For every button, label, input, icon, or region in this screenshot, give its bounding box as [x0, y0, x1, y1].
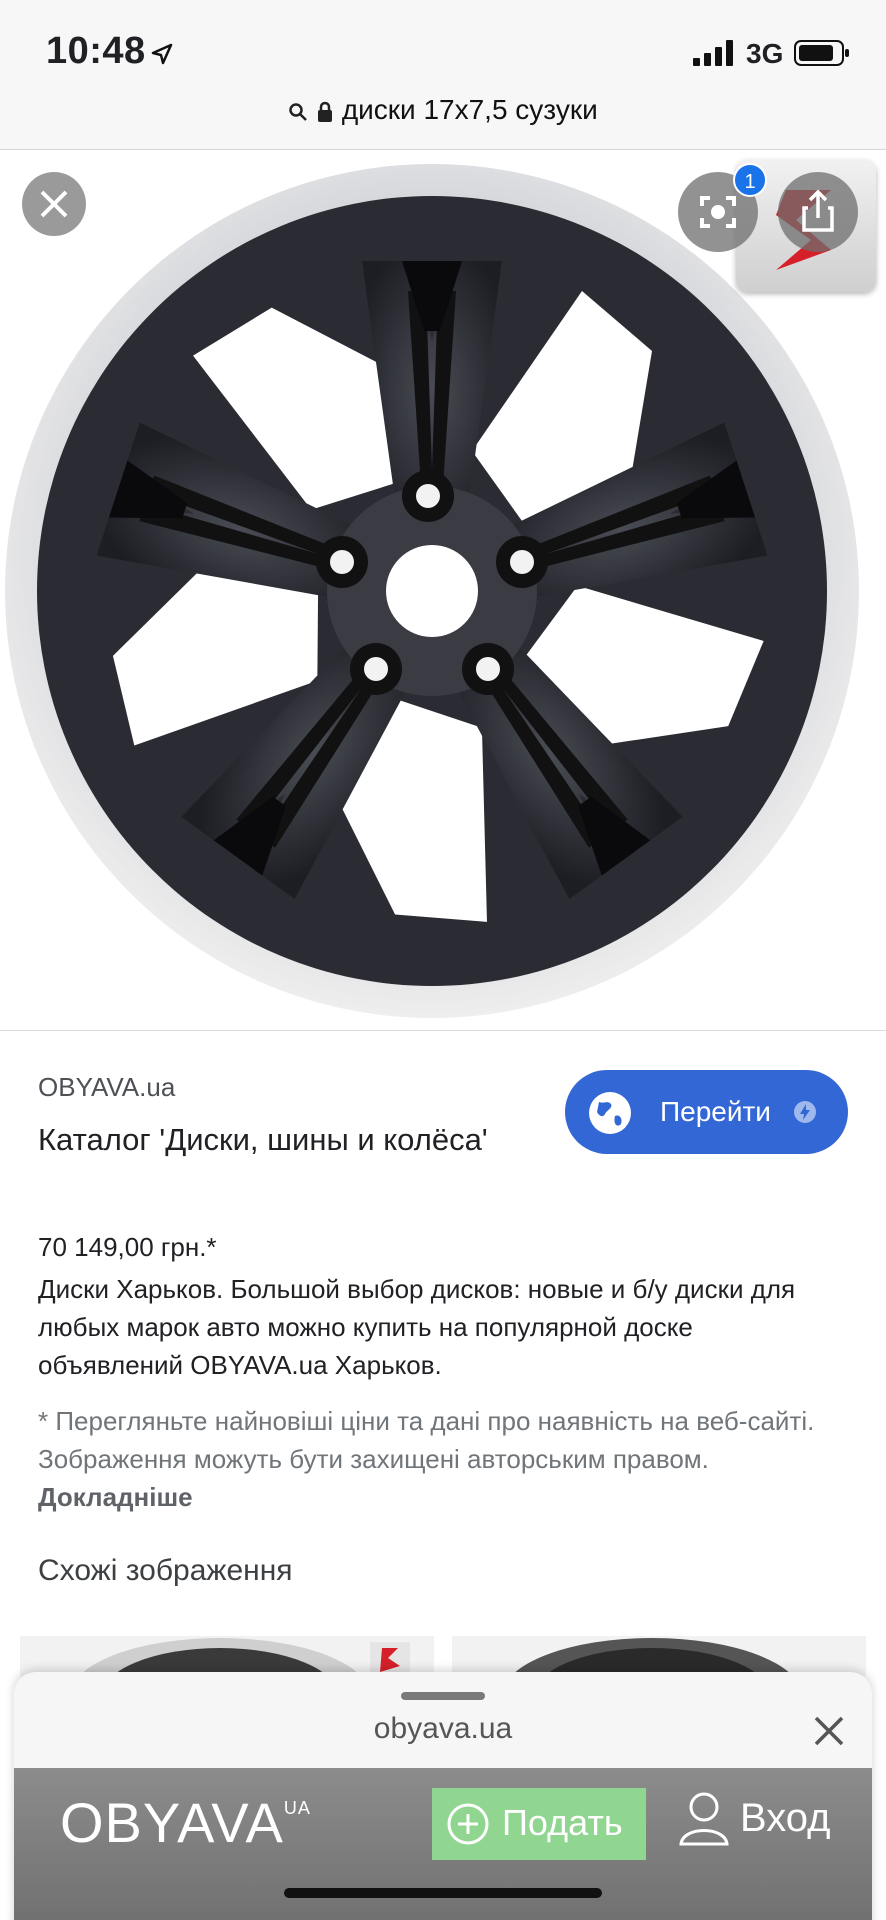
amp-bolt-icon [794, 1101, 816, 1123]
result-title[interactable]: Каталог 'Диски, шины и колёса' [38, 1116, 508, 1163]
similar-images-heading: Схожі зображення [38, 1554, 293, 1587]
learn-more-link[interactable]: Докладніше [38, 1482, 193, 1512]
plus-circle-icon [447, 1803, 489, 1845]
wheel-thumbnail-image [511, 1638, 793, 1676]
wheel-thumbnail-image [79, 1638, 410, 1676]
lock-icon [318, 101, 333, 122]
result-price: 70 149,00 грн.* [38, 1232, 217, 1262]
similar-image-thumbnail[interactable] [20, 1636, 434, 1676]
battery-icon [794, 40, 849, 66]
close-icon [40, 190, 68, 218]
visit-site-button[interactable]: Перейти [565, 1070, 848, 1154]
lens-count-badge: 1 [733, 163, 767, 197]
clock: 10:48 [46, 30, 146, 72]
login-label: Вход [740, 1796, 831, 1840]
post-ad-button[interactable]: Подать [432, 1788, 646, 1860]
copyright-note-text: * Перегляньте найновіші ціни та дані про… [38, 1406, 815, 1474]
network-type: 3G [746, 38, 784, 69]
post-ad-label: Подать [502, 1802, 623, 1843]
result-description: Диски Харьков. Большой выбор дисков: нов… [38, 1274, 796, 1380]
user-icon [679, 1792, 729, 1846]
address-query: диски 17x7,5 сузуки [341, 94, 598, 125]
close-sheet-icon[interactable] [812, 1714, 846, 1748]
location-arrow-icon [151, 43, 173, 65]
copyright-note: * Перегляньте найновіші ціни та дані про… [38, 1402, 868, 1516]
site-preview-sheet[interactable]: obyava.ua OBYAVAUA Подать Вход [14, 1672, 872, 1920]
status-bar: 10:48 3G [0, 0, 886, 100]
sheet-site-url: obyava.ua [373, 1712, 513, 1745]
visit-site-label: Перейти [660, 1096, 771, 1127]
address-bar[interactable]: диски 17x7,5 сузуки [0, 88, 886, 150]
close-viewer-button[interactable] [22, 172, 86, 236]
share-button[interactable] [778, 172, 858, 252]
site-logo-tld: UA [283, 1798, 311, 1818]
similar-image-thumbnail[interactable] [452, 1636, 866, 1676]
site-logo-text: OBYAVA [60, 1791, 284, 1854]
sheet-grabber-handle[interactable] [401, 1692, 485, 1700]
site-logo[interactable]: OBYAVAUA [60, 1790, 311, 1855]
home-indicator[interactable] [284, 1888, 602, 1898]
share-icon [802, 189, 834, 232]
result-source: OBYAVA.ua [38, 1072, 176, 1102]
cellular-signal-icon [693, 40, 733, 66]
globe-icon [589, 1092, 631, 1134]
search-icon [289, 102, 308, 121]
